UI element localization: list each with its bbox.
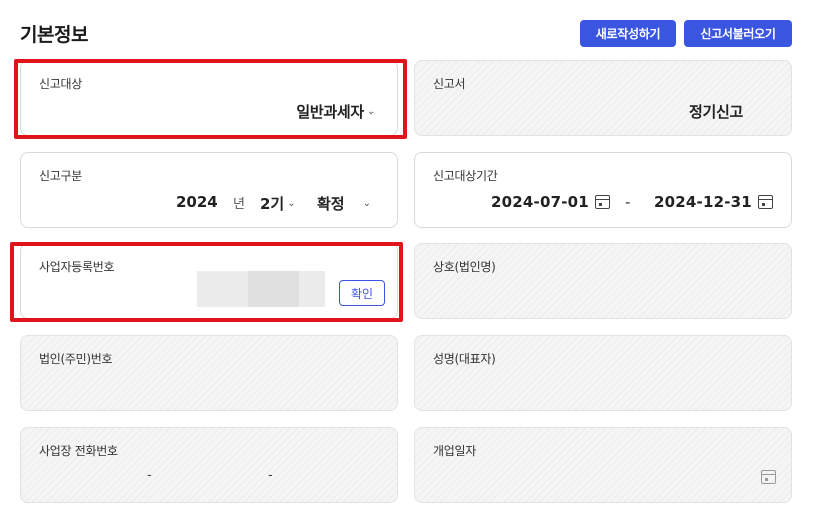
corp-no-field: 법인(주민)번호 [20,335,398,411]
period-value: 2기 [260,195,285,213]
chevron-down-icon: ⌄ [287,198,296,209]
target-field: 신고대상 일반과세자 ⌄ [20,60,398,136]
chevron-down-icon: ⌄ [362,198,371,209]
brn-input-2[interactable] [248,271,299,307]
brn-field: 사업자등록번호 확인 [20,243,398,319]
section-title: 기본정보 [20,24,88,46]
brn-label: 사업자등록번호 [39,260,115,274]
target-value: 일반과세자 [296,103,364,121]
target-label: 신고대상 [39,77,82,91]
period-select[interactable]: 2기 ⌄ [260,193,296,214]
new-report-button[interactable]: 새로작성하기 [580,20,676,47]
category-field: 신고구분 2024 년 2기 ⌄ 확정 ⌄ [20,152,398,228]
ceo-label: 성명(대표자) [433,352,496,366]
report-label: 신고서 [433,77,466,91]
phone-separator-1: - [147,468,152,483]
type-value: 확정 [317,195,345,213]
ceo-field: 성명(대표자) [414,335,792,411]
category-label: 신고구분 [39,169,82,183]
chevron-down-icon: ⌄ [366,106,375,117]
phone-separator-2: - [268,468,273,483]
confirm-button[interactable]: 확인 [339,280,385,306]
year-value[interactable]: 2024 [176,193,218,211]
company-label: 상호(법인명) [433,260,496,274]
calendar-icon[interactable] [594,195,610,209]
phone-field: 사업장 전화번호 - - [20,427,398,503]
year-unit: 년 [233,197,245,212]
brn-input-3[interactable] [299,271,325,307]
phone-label: 사업장 전화번호 [39,444,118,458]
corp-no-label: 법인(주민)번호 [39,352,113,366]
end-date-value: 2024-12-31 [654,193,752,211]
start-date-value: 2024-07-01 [491,193,589,211]
company-field: 상호(법인명) [414,243,792,319]
calendar-icon[interactable] [757,195,773,209]
end-date-input[interactable]: 2024-12-31 [654,193,773,211]
target-select[interactable]: 일반과세자 ⌄ [296,101,375,122]
period-field: 신고대상기간 2024-07-01 - 2024-12-31 [414,152,792,228]
type-select[interactable]: 확정 ⌄ [317,193,371,214]
open-date-label: 개업일자 [433,444,476,458]
calendar-icon [761,470,776,484]
open-date-field: 개업일자 [414,427,792,503]
report-value: 정기신고 [688,103,743,121]
start-date-input[interactable]: 2024-07-01 [491,193,610,211]
period-label: 신고대상기간 [433,169,498,183]
date-separator: - [625,193,631,211]
brn-input-1[interactable] [197,271,248,307]
load-report-button[interactable]: 신고서불러오기 [684,20,792,47]
report-field: 신고서 정기신고 [414,60,792,136]
